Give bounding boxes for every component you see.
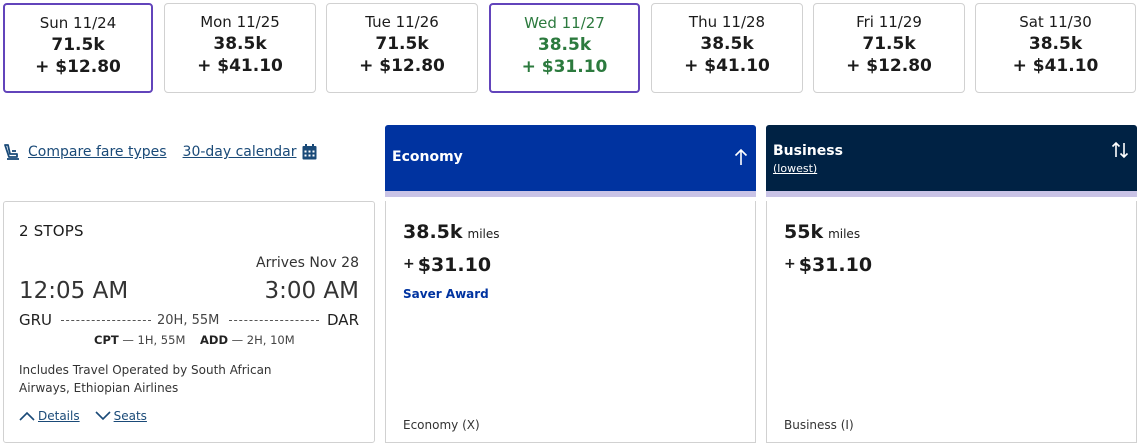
date-card-sun[interactable]: Sun 11/24 71.5k + $12.80 — [3, 3, 153, 93]
date-label: Fri 11/29 — [856, 13, 922, 31]
business-column-header[interactable]: Business (lowest) — [766, 125, 1137, 197]
date-label: Tue 11/26 — [365, 13, 439, 31]
route-dash — [61, 320, 151, 321]
chevron-down-icon — [95, 411, 111, 421]
date-card-fri[interactable]: Fri 11/29 71.5k + $12.80 — [813, 3, 965, 93]
business-miles: 55k — [784, 221, 824, 243]
date-card-mon[interactable]: Mon 11/25 38.5k + $41.10 — [164, 3, 316, 93]
miles-line: 55k miles — [784, 221, 860, 243]
destination-airport: DAR — [327, 311, 359, 329]
miles-unit: miles — [828, 227, 861, 241]
date-price: + $41.10 — [684, 56, 770, 76]
sort-arrow-up-icon[interactable] — [734, 148, 748, 166]
business-fare-class: Business (I) — [784, 418, 854, 432]
date-miles: 71.5k — [862, 34, 916, 54]
date-price: + $31.10 — [521, 57, 608, 77]
fare-tools-row: Compare fare types 30-day calendar — [2, 140, 317, 164]
date-price: + $12.80 — [35, 57, 121, 77]
date-miles: 38.5k — [537, 35, 592, 55]
economy-price: $31.10 — [417, 254, 492, 276]
date-miles: 71.5k — [375, 34, 429, 54]
date-label: Thu 11/28 — [688, 13, 766, 31]
business-fare-cell[interactable]: 55k miles + $31.10 Business (I) — [766, 201, 1137, 443]
calendar-link[interactable]: 30-day calendar — [183, 144, 297, 160]
date-miles: 71.5k — [51, 35, 105, 55]
price-line: + $31.10 — [403, 254, 491, 276]
calendar-icon[interactable] — [302, 144, 317, 160]
economy-header-title: Economy — [392, 149, 463, 165]
flight-card: 2 STOPS Arrives Nov 28 12:05 AM 3:00 AM … — [3, 201, 375, 443]
route-dash — [229, 320, 319, 321]
origin-airport: GRU — [19, 311, 53, 329]
departure-time: 12:05 AM — [19, 278, 129, 304]
economy-fare-cell[interactable]: 38.5k miles + $31.10 Saver Award Economy… — [385, 201, 756, 443]
layover-duration: — 2H, 10M — [231, 333, 295, 347]
details-toggle[interactable]: Details — [19, 409, 80, 423]
layover-duration: — 1H, 55M — [122, 333, 186, 347]
date-card-sat[interactable]: Sat 11/30 38.5k + $41.10 — [975, 3, 1136, 93]
arrival-date: Arrives Nov 28 — [256, 255, 359, 271]
date-price: + $12.80 — [359, 56, 445, 76]
date-miles: 38.5k — [1028, 34, 1083, 54]
economy-fare-class: Economy (X) — [403, 418, 480, 432]
layover-airport: CPT — [94, 333, 119, 347]
route-line: GRU 20H, 55M DAR — [19, 311, 359, 331]
date-label: Sun 11/24 — [39, 14, 117, 32]
date-miles: 38.5k — [700, 34, 754, 54]
saver-award-label: Saver Award — [403, 287, 489, 301]
economy-miles: 38.5k — [403, 221, 463, 243]
date-card-tue[interactable]: Tue 11/26 71.5k + $12.80 — [326, 3, 478, 93]
plus-sign: + — [784, 256, 796, 272]
operating-carriers: Includes Travel Operated by South Africa… — [19, 363, 272, 395]
date-card-thu[interactable]: Thu 11/28 38.5k + $41.10 — [651, 3, 803, 93]
seats-toggle[interactable]: Seats — [95, 409, 147, 423]
flight-card-links: Details Seats — [19, 409, 147, 423]
layover-airport: ADD — [200, 333, 228, 347]
business-price: $31.10 — [798, 254, 873, 276]
date-label: Sat 11/30 — [1019, 13, 1092, 31]
miles-line: 38.5k miles — [403, 221, 500, 243]
chevron-up-icon — [19, 411, 35, 421]
business-lowest-link[interactable]: (lowest) — [773, 162, 817, 175]
date-price: + $41.10 — [1012, 56, 1099, 76]
details-label: Details — [38, 409, 80, 423]
date-price: + $12.80 — [846, 56, 932, 76]
sort-updown-icon[interactable] — [1111, 141, 1129, 159]
date-card-wed[interactable]: Wed 11/27 38.5k + $31.10 — [489, 3, 640, 93]
date-label: Mon 11/25 — [200, 13, 280, 31]
date-miles: 38.5k — [213, 34, 267, 54]
seats-label: Seats — [113, 409, 147, 423]
seat-icon — [2, 141, 24, 163]
date-label: Wed 11/27 — [524, 14, 605, 32]
business-header-title: Business — [773, 143, 843, 159]
layover-info: CPT — 1H, 55M ADD — 2H, 10M — [94, 333, 295, 347]
economy-column-header[interactable]: Economy — [385, 125, 756, 197]
stops-count: 2 STOPS — [19, 222, 84, 240]
date-price: + $41.10 — [197, 56, 283, 76]
plus-sign: + — [403, 256, 415, 272]
arrival-time: 3:00 AM — [264, 278, 359, 304]
price-line: + $31.10 — [784, 254, 872, 276]
compare-fare-types-link[interactable]: Compare fare types — [28, 144, 167, 160]
miles-unit: miles — [467, 227, 500, 241]
flight-duration: 20H, 55M — [157, 313, 220, 328]
